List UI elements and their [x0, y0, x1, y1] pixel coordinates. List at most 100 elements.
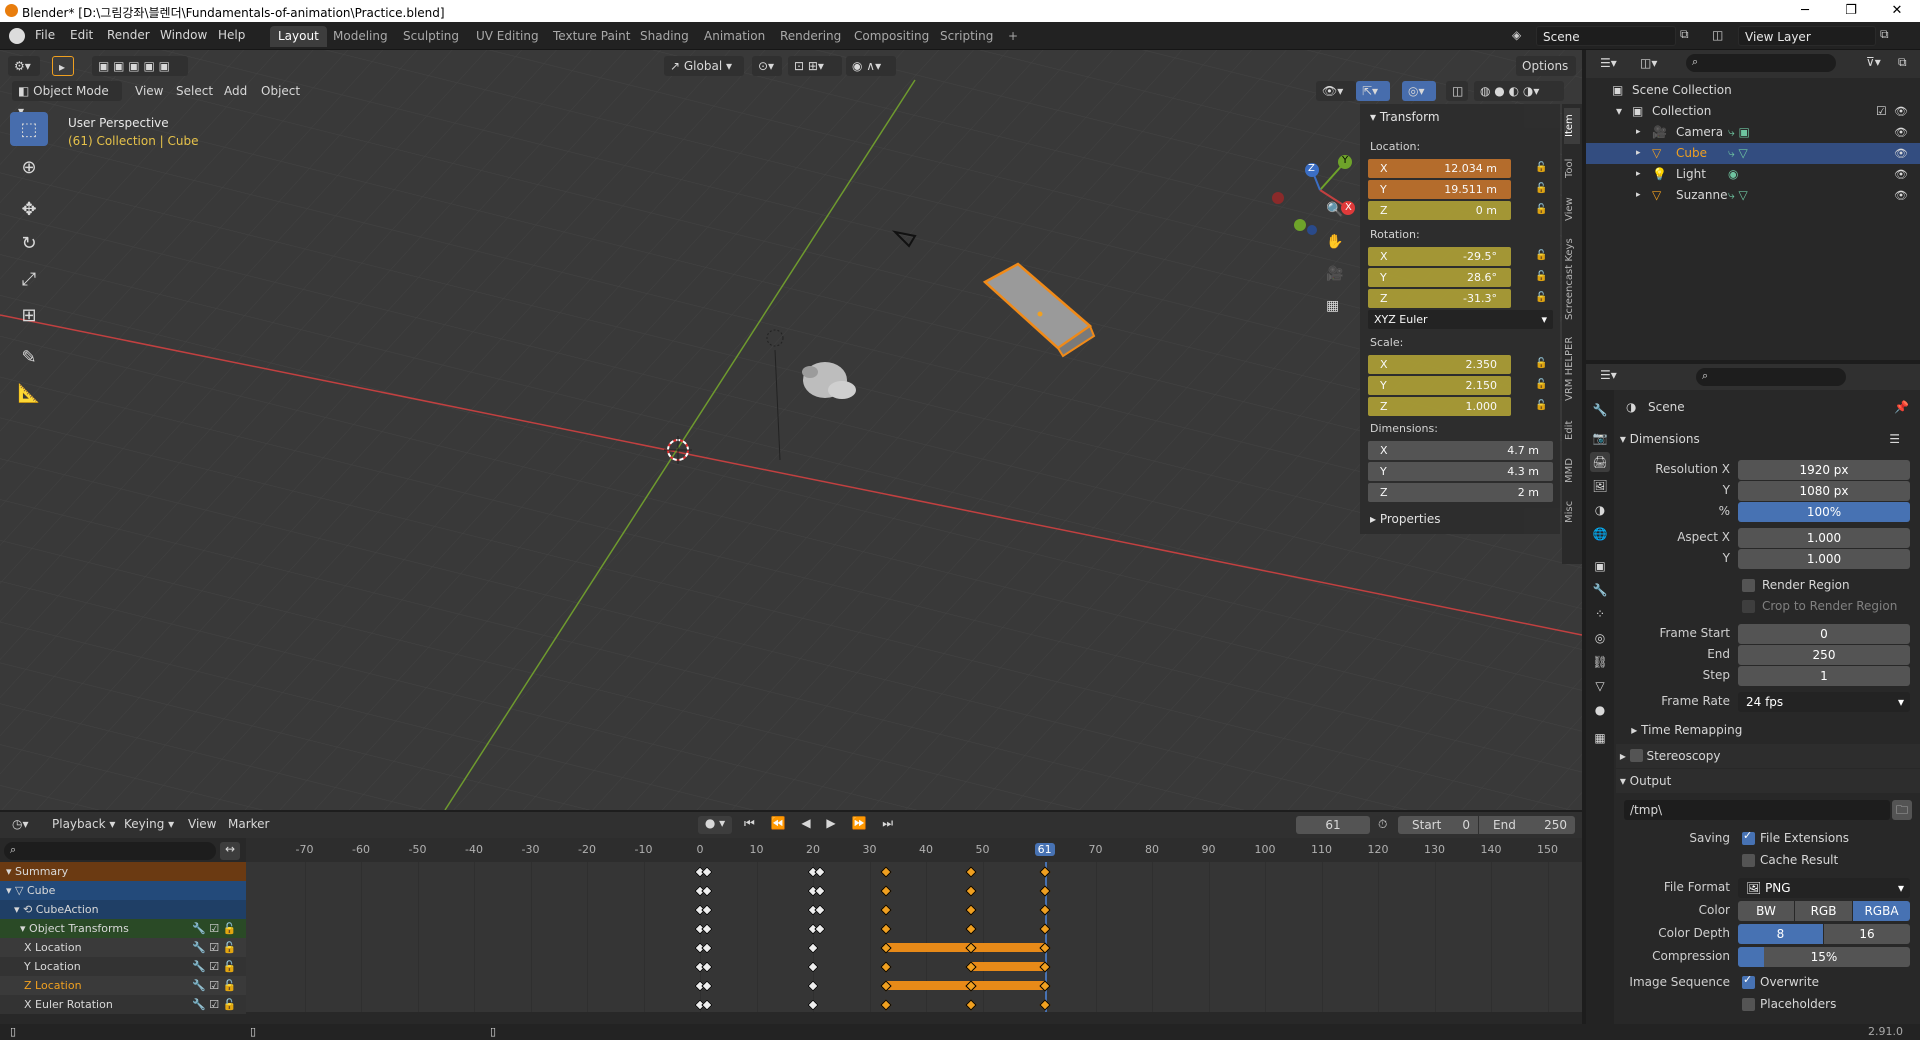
viewport-menu-add[interactable]: Add — [224, 84, 247, 98]
cache-result-checkbox[interactable] — [1742, 854, 1755, 867]
keyframe[interactable] — [701, 961, 713, 973]
view-layer-selector[interactable]: View Layer — [1738, 26, 1876, 46]
timeline-menu-view[interactable]: View — [188, 817, 216, 831]
expand-icon[interactable]: ▸ — [1636, 185, 1641, 206]
file-format-dropdown[interactable]: 🖼 PNG ▾ — [1738, 878, 1910, 898]
channel-y-location[interactable]: Y Location 🔧 ☑ 🔓 — [0, 957, 246, 976]
outliner-row-collection[interactable]: ▾ ▣ Collection ☑ 👁 — [1586, 101, 1920, 122]
color-bw-button[interactable]: BW — [1738, 901, 1794, 921]
location-z-field[interactable]: Z0 m — [1368, 201, 1511, 220]
menu-edit[interactable]: Edit — [70, 28, 93, 42]
overlay-toggle-icon[interactable]: ◎▾ — [1402, 81, 1436, 101]
keyframe[interactable] — [701, 904, 713, 916]
transform-panel-header[interactable]: ▾ Transform — [1370, 110, 1440, 124]
timeline-menu-playback[interactable]: Playback ▾ — [52, 817, 115, 831]
tab-misc[interactable]: Misc — [1564, 496, 1580, 528]
file-extensions-checkbox[interactable] — [1742, 829, 1755, 845]
properties-panel-header[interactable]: ▸ Properties — [1370, 512, 1441, 526]
tab-item[interactable]: Item — [1564, 108, 1580, 144]
keyframe[interactable] — [880, 923, 893, 935]
keyframe[interactable] — [701, 923, 713, 935]
modifier-tab-icon[interactable]: 🔧 — [1590, 580, 1610, 600]
output-tab-icon[interactable]: 🖨 — [1590, 452, 1610, 472]
lock-icon[interactable]: 🔓 — [1535, 379, 1547, 390]
tab-tool[interactable]: Tool — [1564, 152, 1580, 184]
record-icon[interactable]: ● ▾ — [698, 816, 732, 834]
keyframe[interactable] — [880, 885, 893, 897]
viewport-menu-object[interactable]: Object — [261, 84, 300, 98]
display-mode-icon[interactable]: ◫▾ — [1640, 56, 1657, 70]
new-collection-icon[interactable]: ⧉ — [1898, 55, 1907, 70]
maximize-button[interactable]: ❐ — [1828, 0, 1874, 22]
scale-tool-icon[interactable]: ⤢ — [10, 262, 48, 296]
expand-icon[interactable]: ▸ — [1636, 143, 1641, 164]
new-view-layer-icon[interactable]: ⧉ — [1880, 27, 1889, 42]
rotation-x-field[interactable]: X -29.5° — [1368, 247, 1511, 266]
filter-icon[interactable]: ⊽▾ — [1866, 55, 1881, 69]
keyframe[interactable] — [965, 999, 977, 1011]
scene-tab-icon[interactable]: ◑ — [1590, 500, 1610, 520]
frame-step-field[interactable]: 1 — [1738, 666, 1910, 686]
menu-file[interactable]: File — [35, 28, 55, 42]
pivot-icon[interactable]: ⊙▾ — [752, 56, 782, 76]
eye-icon[interactable]: 👁 — [1894, 101, 1908, 122]
expand-icon[interactable]: ▸ — [1636, 122, 1641, 143]
channel-cube[interactable]: ▾ ▽ Cube — [0, 881, 246, 900]
properties-search-input[interactable]: ⌕ — [1696, 368, 1846, 386]
menu-window[interactable]: Window — [160, 28, 207, 42]
snap-icon[interactable]: ⊡ ⊞▾ — [788, 56, 842, 76]
move-tool-icon[interactable]: ✥ — [10, 192, 48, 226]
tab-compositing[interactable]: Compositing — [846, 26, 937, 47]
eye-icon[interactable]: 👁 — [1894, 164, 1908, 185]
keyframe[interactable] — [701, 942, 713, 954]
overwrite-checkbox[interactable] — [1742, 973, 1755, 989]
tab-uv-editing[interactable]: UV Editing — [468, 26, 547, 47]
lock-icon[interactable]: 🔓 — [1535, 292, 1547, 303]
expand-icon[interactable]: ▾ — [1616, 101, 1622, 122]
lock-icon[interactable]: 🔓 — [1535, 183, 1547, 194]
tab-modeling[interactable]: Modeling — [325, 26, 396, 47]
resolution-y-field[interactable]: 1080 px — [1738, 481, 1910, 501]
tab-scripting[interactable]: Scripting — [932, 26, 1001, 47]
frame-start-field[interactable]: 0 — [1738, 624, 1910, 644]
color-rgba-button[interactable]: RGBA — [1853, 901, 1910, 921]
transform-orientation-dropdown[interactable]: ↗ Global ▾ — [664, 56, 744, 76]
keyframe[interactable] — [965, 885, 977, 897]
aspect-x-field[interactable]: 1.000 — [1738, 528, 1910, 548]
view-layer-tab-icon[interactable]: 🖼 — [1590, 476, 1610, 496]
channel-toggles[interactable]: 🔧 ☑ 🔓 — [192, 976, 236, 995]
measure-tool-icon[interactable]: 📐 — [10, 376, 48, 410]
keyframe[interactable] — [807, 942, 819, 954]
tab-sculpting[interactable]: Sculpting — [395, 26, 467, 47]
expand-icon[interactable]: ▸ — [1636, 164, 1641, 185]
outliner-row-scene-collection[interactable]: ▣ Scene Collection — [1586, 80, 1920, 101]
outliner-row-camera[interactable]: ▸ 🎥 Camera ⤷ ▣ 👁 — [1586, 122, 1920, 143]
new-scene-icon[interactable]: ⧉ — [1680, 27, 1689, 42]
location-y-field[interactable]: Y 19.511 m — [1368, 180, 1511, 199]
aspect-y-field[interactable]: 1.000 — [1738, 549, 1910, 569]
gizmo-toggle-icon[interactable]: ⇱▾ — [1356, 81, 1390, 101]
eye-icon[interactable]: 👁 — [1894, 185, 1908, 206]
tool-tab-icon[interactable]: 🔧 — [1590, 400, 1610, 420]
blender-menu-icon[interactable] — [9, 28, 25, 44]
scale-x-field[interactable]: X 2.350 — [1368, 355, 1511, 374]
lock-icon[interactable]: 🔓 — [1535, 400, 1547, 411]
cursor-tool-icon[interactable]: ⊕ — [10, 150, 48, 184]
dope-sheet-area[interactable] — [246, 862, 1582, 1012]
outliner-row-light[interactable]: ▸ 💡 Light ◉ 👁 — [1586, 164, 1920, 185]
checkbox-icon[interactable]: ☑ — [1876, 101, 1887, 122]
color-depth-8-button[interactable]: 8 — [1738, 924, 1823, 944]
annotate-tool-icon[interactable]: ✎ — [10, 340, 48, 374]
rotation-z-field[interactable]: Z -31.3° — [1368, 289, 1511, 308]
ortho-grid-icon[interactable]: ▦ — [1326, 298, 1339, 314]
pin-icon[interactable]: 📌 — [1894, 400, 1909, 414]
shading-mode-icons[interactable]: ◍ ● ◐ ◑▾ — [1474, 81, 1564, 101]
crop-region-checkbox[interactable] — [1742, 600, 1755, 613]
lock-icon[interactable]: 🔓 — [1535, 250, 1547, 261]
channel-toggles[interactable]: 🔧 ☑ 🔓 — [192, 938, 236, 957]
zoom-icon[interactable]: 🔍 — [1326, 202, 1343, 218]
keyframe[interactable] — [807, 961, 819, 973]
channel-toggles[interactable]: 🔧 ☑ 🔓 — [192, 919, 236, 938]
rotate-tool-icon[interactable]: ↻ — [10, 226, 48, 260]
editor-type-button[interactable]: ⚙▾ — [8, 56, 40, 76]
